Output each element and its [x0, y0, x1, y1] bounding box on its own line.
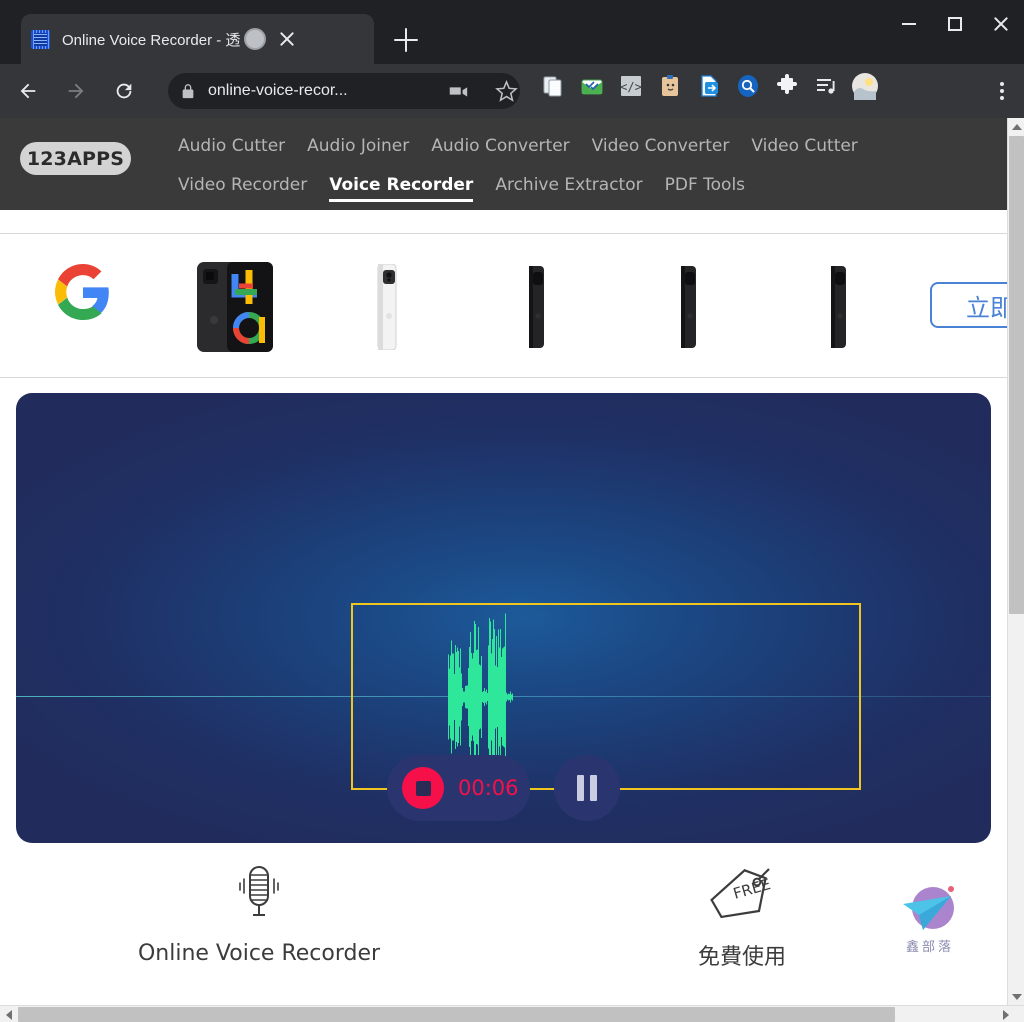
feature-free-to-use: FREE 免費使用 [613, 863, 871, 971]
stop-recording-button[interactable]: 00:06 [387, 755, 530, 821]
url-text: online-voice-recor... [208, 82, 348, 99]
minimize-button[interactable] [886, 0, 932, 48]
new-tab-button[interactable] [392, 26, 420, 54]
pause-icon-bar-left [577, 775, 584, 801]
tab-close-icon[interactable] [274, 26, 300, 52]
horizontal-scrollbar-thumb[interactable] [18, 1007, 895, 1022]
code-brackets-extension[interactable]: </> [616, 71, 646, 101]
nav-audio-cutter[interactable]: Audio Cutter [178, 136, 285, 160]
nav-row-2: Video Recorder Voice Recorder Archive Ex… [178, 175, 978, 204]
copy-documents-extension[interactable] [538, 71, 568, 101]
feature-title-free: 免費使用 [697, 945, 786, 970]
star-icon[interactable] [486, 71, 526, 111]
green-mail-extension[interactable] [577, 71, 607, 101]
browser-toolbar: online-voice-recor... </> [0, 64, 1024, 118]
recorder-controls: 00:06 [16, 755, 991, 821]
puzzle-piece-extension[interactable] [772, 71, 802, 101]
pixel-phone-white-side [372, 263, 400, 355]
extensions-row: </> [538, 71, 880, 101]
scroll-right-arrow[interactable] [997, 1006, 1014, 1022]
nav-video-cutter[interactable]: Video Cutter [751, 136, 857, 160]
pixel-phone-black-side-2 [676, 266, 700, 353]
nav-video-recorder[interactable]: Video Recorder [178, 175, 307, 199]
lock-icon [182, 83, 194, 98]
pixel-phone-black-side-3 [826, 266, 850, 353]
horizontal-scrollbar[interactable] [0, 1005, 1024, 1022]
scroll-down-arrow[interactable] [1008, 988, 1024, 1005]
nav-voice-recorder[interactable]: Voice Recorder [329, 175, 474, 202]
microphone-icon [239, 866, 279, 916]
blue-export-document-extension[interactable] [694, 71, 724, 101]
tab-strip: Online Voice Recorder - 透 [0, 0, 1024, 64]
site-navigation: Audio Cutter Audio Joiner Audio Converte… [178, 136, 978, 204]
nav-row-1: Audio Cutter Audio Joiner Audio Converte… [178, 136, 978, 165]
nav-pdf-tools[interactable]: PDF Tools [665, 175, 745, 199]
feature-online-voice-recorder: Online Voice Recorder [130, 863, 388, 966]
blue-search-extension[interactable] [733, 71, 763, 101]
pixel-phone-black-front [197, 262, 273, 357]
clipboard-face-extension[interactable] [655, 71, 685, 101]
site-watermark: 鑫部落 [884, 884, 976, 962]
ad-cta-button[interactable]: 立即 [930, 282, 1007, 328]
free-price-tag-icon: FREE [710, 868, 773, 919]
three-dot-menu-icon[interactable] [990, 79, 1014, 103]
close-window-button[interactable] [978, 0, 1024, 48]
svg-text:</>: </> [620, 80, 642, 94]
vertical-scrollbar-thumb[interactable] [1009, 136, 1024, 614]
pause-recording-button[interactable] [554, 755, 620, 821]
scroll-left-arrow[interactable] [0, 1006, 17, 1022]
advertisement-banner[interactable]: 立即 [0, 233, 1007, 378]
scroll-up-arrow[interactable] [1008, 118, 1024, 135]
paper-plane-logo [903, 886, 954, 930]
voice-recorder-panel: 00:06 [16, 393, 991, 843]
tab-recording-indicator[interactable] [244, 28, 267, 50]
forward-button[interactable] [56, 71, 96, 111]
profile-avatar[interactable] [850, 71, 880, 101]
feature-title-voice-recorder: Online Voice Recorder [137, 941, 381, 966]
camera-recording-icon[interactable] [438, 71, 478, 111]
recording-timer: 00:06 [458, 776, 519, 800]
back-button[interactable] [8, 71, 48, 111]
page-content: 123APPS Audio Cutter Audio Joiner Audio … [0, 118, 1007, 1005]
nav-audio-joiner[interactable]: Audio Joiner [307, 136, 409, 160]
vertical-scrollbar[interactable] [1007, 118, 1024, 1005]
music-playlist-extension[interactable] [811, 71, 841, 101]
browser-tab[interactable]: Online Voice Recorder - 透 [21, 14, 374, 64]
site-logo[interactable]: 123APPS [20, 142, 131, 175]
nav-video-converter[interactable]: Video Converter [592, 136, 730, 160]
nav-audio-converter[interactable]: Audio Converter [431, 136, 569, 160]
pixel-phone-black-side-1 [524, 266, 548, 353]
features-section: Online Voice Recorder FREE 免費使用 [0, 863, 1007, 1003]
tab-title: Online Voice Recorder - 透 [62, 31, 241, 49]
chip-favicon [31, 29, 50, 49]
maximize-button[interactable] [932, 0, 978, 48]
pause-icon-bar-right [590, 775, 597, 801]
nav-archive-extractor[interactable]: Archive Extractor [495, 175, 642, 199]
stop-icon [402, 767, 444, 809]
svg-text:FREE: FREE [731, 875, 773, 903]
browser-window: Online Voice Recorder - 透 online-voice-r… [0, 0, 1024, 1022]
watermark-text: 鑫部落 [905, 940, 954, 955]
window-controls [886, 0, 1024, 48]
reload-button[interactable] [104, 71, 144, 111]
google-logo [55, 264, 109, 320]
